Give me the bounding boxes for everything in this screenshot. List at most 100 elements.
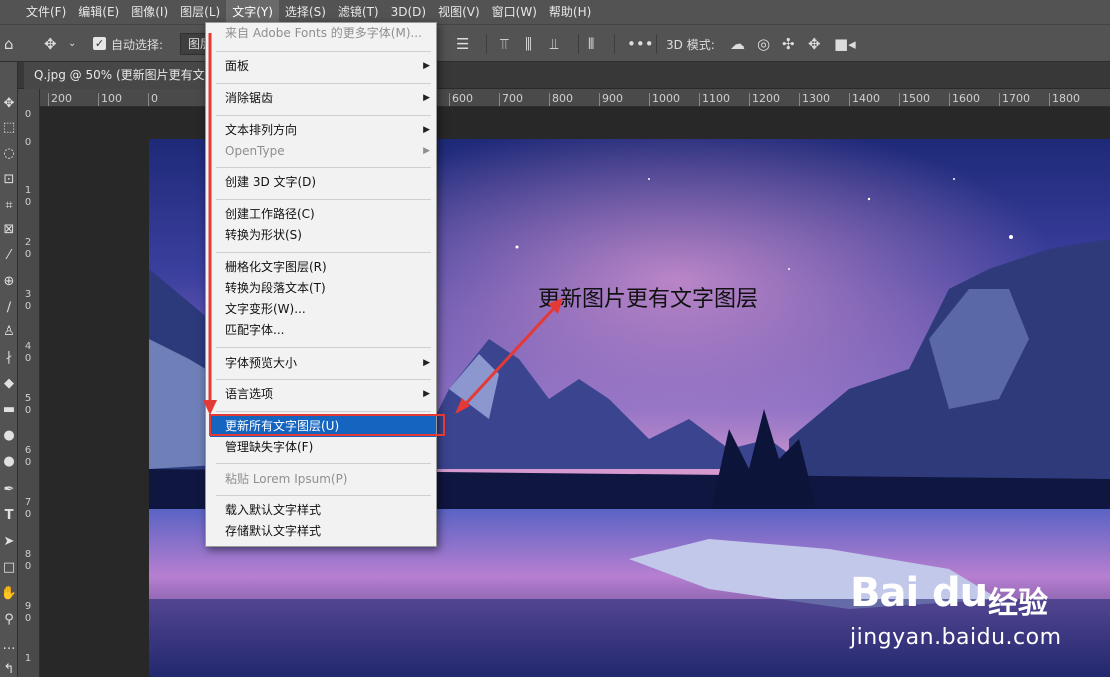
type-tool-icon[interactable]: T	[0, 508, 18, 524]
lasso-icon[interactable]: ◌	[0, 146, 18, 162]
menu-divider	[216, 495, 431, 496]
menu-image[interactable]: 图像(I)	[125, 0, 174, 24]
path-select-icon[interactable]: ➤	[0, 534, 18, 550]
menu-divider	[216, 379, 431, 380]
menu-window[interactable]: 窗口(W)	[486, 0, 543, 24]
more-tools-icon[interactable]: …	[0, 638, 18, 654]
rectangle-icon[interactable]: □	[0, 560, 18, 576]
frame-icon[interactable]: ⊠	[0, 222, 18, 238]
menu-item-label: 字体预览大小	[225, 356, 298, 370]
brush-icon[interactable]: ∕	[0, 300, 18, 316]
menu-layer[interactable]: 图层(L)	[174, 0, 226, 24]
ruler-tick: 1500	[899, 93, 930, 106]
align-bottom-icon[interactable]: ☰	[456, 35, 469, 53]
pan-3d-icon[interactable]: ✣	[782, 35, 795, 53]
ruler-tick: 1	[24, 653, 32, 664]
orbit-3d-icon[interactable]: ☁	[730, 35, 745, 53]
divider	[656, 34, 657, 54]
gradient-icon[interactable]: ▬	[0, 402, 18, 418]
menu-item-label: 粘贴 Lorem Ipsum(P)	[225, 472, 348, 486]
menu-item-create-work-path[interactable]: 创建工作路径(C)	[206, 204, 436, 225]
menu-item-convert-to-shape[interactable]: 转换为形状(S)	[206, 225, 436, 246]
align-bottom-edges-icon[interactable]: ⫫	[550, 35, 558, 53]
more-icon[interactable]: •••	[627, 35, 654, 53]
pen-icon[interactable]: ✒	[0, 482, 18, 498]
menu-item-label: 载入默认文字样式	[225, 503, 322, 517]
zoom-icon[interactable]: ⚲	[0, 612, 18, 628]
document-tab[interactable]: Q.jpg @ 50% (更新图片更有文字	[24, 62, 212, 89]
ruler-tick: 1000	[649, 93, 680, 106]
menu-divider	[216, 83, 431, 84]
eraser-icon[interactable]: ◆	[0, 376, 18, 392]
ruler-tick: 1300	[799, 93, 830, 106]
menu-item-anti-alias[interactable]: 消除锯齿 ▶	[206, 88, 436, 109]
crop-icon[interactable]: ⌗	[0, 198, 18, 214]
menu-divider	[216, 51, 431, 52]
menu-item-paste-lorem-ipsum[interactable]: 粘贴 Lorem Ipsum(P)	[206, 469, 436, 490]
watermark-brand-bai: Bai	[850, 570, 919, 616]
submenu-arrow-icon: ▶	[423, 146, 430, 156]
menu-item-text-orientation[interactable]: 文本排列方向 ▶	[206, 120, 436, 141]
move-icon[interactable]: ✥	[0, 96, 18, 112]
horizontal-ruler[interactable]: 200 100 0 600 700 800 900 1000 1100 1200…	[40, 89, 1110, 107]
ruler-tick: 900	[599, 93, 623, 106]
ruler-tick: 0	[24, 457, 32, 468]
hand-icon[interactable]: ✋	[0, 586, 18, 602]
menu-3d[interactable]: 3D(D)	[385, 0, 432, 24]
marquee-icon[interactable]: ⬚	[0, 120, 18, 136]
camera-3d-icon[interactable]: ■◂	[834, 35, 856, 53]
menu-help[interactable]: 帮助(H)	[543, 0, 597, 24]
menu-item-match-font[interactable]: 匹配字体...	[206, 320, 436, 341]
healing-icon[interactable]: ⊕	[0, 274, 18, 290]
move-tool-icon[interactable]: ✥	[44, 35, 57, 53]
menu-view[interactable]: 视图(V)	[432, 0, 486, 24]
menu-select[interactable]: 选择(S)	[279, 0, 332, 24]
vertical-ruler[interactable]: 0 0 1 0 2 0 3 0 4 0 5 0 6 0 7 0 8 0 9 0 …	[18, 89, 40, 677]
menu-item-warp-text[interactable]: 文字变形(W)...	[206, 299, 436, 320]
menu-item-language-options[interactable]: 语言选项 ▶	[206, 384, 436, 405]
watermark-brand-du: du	[932, 570, 988, 616]
menu-item-create-3d-text[interactable]: 创建 3D 文字(D)	[206, 172, 436, 193]
menu-item-manage-missing-fonts[interactable]: 管理缺失字体(F)	[206, 437, 436, 458]
home-icon[interactable]: ⌂	[4, 35, 14, 53]
3d-mode-label: 3D 模式:	[666, 38, 715, 52]
ruler-tick: 100	[98, 93, 122, 106]
align-vertical-centers-icon[interactable]: ⫼	[525, 35, 532, 53]
roll-3d-icon[interactable]: ◎	[757, 35, 770, 53]
quick-select-icon[interactable]: ⊡	[0, 172, 18, 188]
history-brush-icon[interactable]: ∤	[0, 350, 18, 366]
menu-filter[interactable]: 滤镜(T)	[332, 0, 385, 24]
ruler-tick: 600	[449, 93, 473, 106]
distribute-icon[interactable]: ⫴	[588, 35, 594, 53]
canvas-text-layer[interactable]: 更新图片更有文字图层	[538, 281, 758, 313]
slide-3d-icon[interactable]: ✥	[808, 35, 821, 53]
menu-file[interactable]: 文件(F)	[20, 0, 72, 24]
stamp-icon[interactable]: ♙	[0, 324, 18, 340]
baidu-jingyan-watermark: Bai du 经验 jingyan.baidu.com	[850, 555, 1061, 655]
ruler-tick: 1700	[999, 93, 1030, 106]
auto-select-checkbox[interactable]: ✓	[93, 37, 106, 50]
menu-item-opentype[interactable]: OpenType ▶	[206, 141, 436, 162]
menu-item-panel[interactable]: 面板 ▶	[206, 56, 436, 77]
ruler-tick: 0	[24, 613, 32, 624]
menu-item-save-default-styles[interactable]: 存储默认文字样式	[206, 521, 436, 542]
menu-item-adobe-fonts[interactable]: 来自 Adobe Fonts 的更多字体(M)...	[206, 23, 436, 44]
photoshop-logo[interactable]	[0, 0, 20, 24]
swap-colors-icon[interactable]: ↰	[0, 662, 18, 677]
eyedropper-icon[interactable]: ⁄	[0, 248, 18, 264]
align-top-edges-icon[interactable]: ⫪	[500, 35, 508, 53]
submenu-arrow-icon: ▶	[423, 389, 430, 399]
annotation-highlight-box	[209, 414, 445, 436]
blur-icon[interactable]: ●	[0, 428, 18, 444]
menu-item-load-default-styles[interactable]: 载入默认文字样式	[206, 500, 436, 521]
chevron-down-icon[interactable]: ⌄	[68, 35, 76, 53]
ruler-tick: 1	[24, 185, 32, 196]
dodge-icon[interactable]: ●	[0, 454, 18, 470]
ruler-tick: 2	[24, 237, 32, 248]
menu-item-rasterize-type[interactable]: 栅格化文字图层(R)	[206, 257, 436, 278]
menu-edit[interactable]: 编辑(E)	[72, 0, 125, 24]
menu-item-font-preview-size[interactable]: 字体预览大小 ▶	[206, 353, 436, 374]
menu-item-convert-to-paragraph[interactable]: 转换为段落文本(T)	[206, 278, 436, 299]
menu-item-label: 栅格化文字图层(R)	[225, 260, 327, 274]
menu-type[interactable]: 文字(Y)	[226, 0, 279, 24]
